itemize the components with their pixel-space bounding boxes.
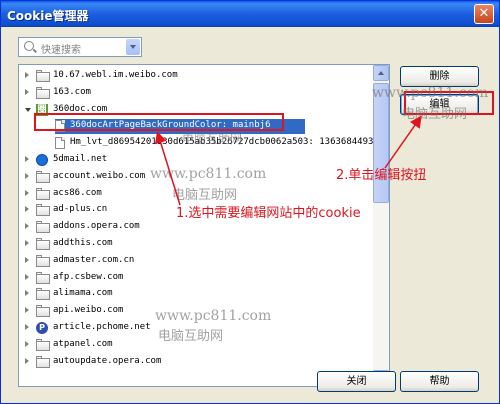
watermark-cn-selected: 电脑互助网 [182,132,243,146]
tree-item-label: api.weibo.com [53,305,124,316]
close-window-button[interactable]: ✕ [474,4,494,24]
tree-scrollbar[interactable] [373,65,389,386]
tree-item-label: account.weibo.com [53,170,146,181]
delete-button[interactable]: 删除 [400,66,479,87]
expand-arrow-icon[interactable] [25,189,29,196]
tree-domain-item[interactable]: addons.opera.com [19,219,375,236]
search-dropdown-button[interactable] [126,39,140,55]
tree-domain-item[interactable]: 163.com [19,85,375,102]
tree-domain-item[interactable]: addthis.com [19,236,375,253]
expand-arrow-icon[interactable] [25,273,29,280]
5dmail-favicon-icon [36,154,48,166]
scroll-up-button[interactable] [373,65,389,81]
file-icon [55,137,65,150]
expand-arrow-icon[interactable] [25,206,29,213]
folder-icon [36,305,50,318]
folder-icon [36,221,50,234]
tree-domain-item[interactable]: autoupdate.opera.com [19,354,375,371]
folder-icon [36,170,50,183]
watermark-cn-top: 电脑互助网 [402,107,468,122]
tree-domain-item[interactable]: 10.67.webl.im.weibo.com [19,68,375,85]
search-icon [24,41,34,51]
folder-icon [36,86,50,99]
tree-item-label: autoupdate.opera.com [53,355,162,366]
step2-annotation: 2.单击编辑按扭 [336,168,427,183]
tree-domain-item[interactable]: alimama.com [19,286,375,303]
watermark-url-bottom: www.pc811.com [155,308,272,324]
scroll-thumb[interactable] [373,83,389,203]
tree-item-label: admaster.com.cn [53,254,135,265]
folder-icon [36,271,50,284]
expand-arrow-icon[interactable] [25,290,29,297]
folder-icon [36,254,50,267]
folder-icon [36,204,50,217]
search-input[interactable]: 快速搜索 [41,41,81,56]
tree-item-label: article.pchome.net [53,322,151,332]
expand-arrow-icon[interactable] [25,340,29,347]
expand-arrow-icon[interactable] [25,307,29,314]
tree-domain-item[interactable]: afp.csbew.com [19,270,375,287]
expand-arrow-icon[interactable] [25,172,29,179]
tree-item-label: 163.com [53,86,91,97]
tree-item-label: 5dmail.net [53,154,108,164]
tree-item-label: alimama.com [53,288,113,299]
expand-arrow-icon[interactable] [25,357,29,364]
watermark-cn-bottom: 电脑互助网 [158,329,224,344]
expand-arrow-icon[interactable] [25,240,29,246]
watermark-url-top: www.pc811.com [372,85,489,101]
collapse-arrow-icon[interactable] [25,107,31,112]
close-button[interactable]: 关闭 [317,371,396,392]
expand-arrow-icon[interactable] [25,223,29,230]
watermark-url-mid: www.pc811.com [150,166,267,182]
tree-domain-item[interactable]: admaster.com.cn [19,253,375,270]
title-bar[interactable]: Cookie管理器 ✕ [1,1,499,27]
expand-arrow-icon[interactable] [25,256,29,263]
tree-item-label: addthis.com [53,238,113,248]
expand-arrow-icon[interactable] [25,324,29,330]
selected-cookie-highlight [34,113,284,131]
folder-icon [36,288,50,301]
tree-item-label: afp.csbew.com [53,271,124,282]
folder-icon [36,355,50,368]
expand-arrow-icon[interactable] [25,156,29,162]
tree-item-label: ad-plus.cn [53,204,108,215]
expand-arrow-icon[interactable] [25,88,29,95]
pchome-favicon-icon: P [36,322,48,334]
step1-annotation: 1.选中需要编辑网站中的cookie [176,206,361,221]
folder-icon [36,238,50,250]
folder-icon [36,338,50,351]
tree-item-label: addons.opera.com [53,221,140,232]
window-title: Cookie管理器 [7,9,89,23]
folder-icon [36,187,50,200]
tree-item-label: 10.67.webl.im.weibo.com [53,70,178,80]
tree-item-label: acs86.com [53,187,102,198]
expand-arrow-icon[interactable] [25,72,29,78]
search-box[interactable]: 快速搜索 [18,37,142,57]
help-button[interactable]: 帮助 [400,371,479,392]
folder-icon [36,70,50,82]
tree-item-label: atpanel.com [53,338,113,349]
watermark-cn-mid: 电脑互助网 [172,188,238,203]
